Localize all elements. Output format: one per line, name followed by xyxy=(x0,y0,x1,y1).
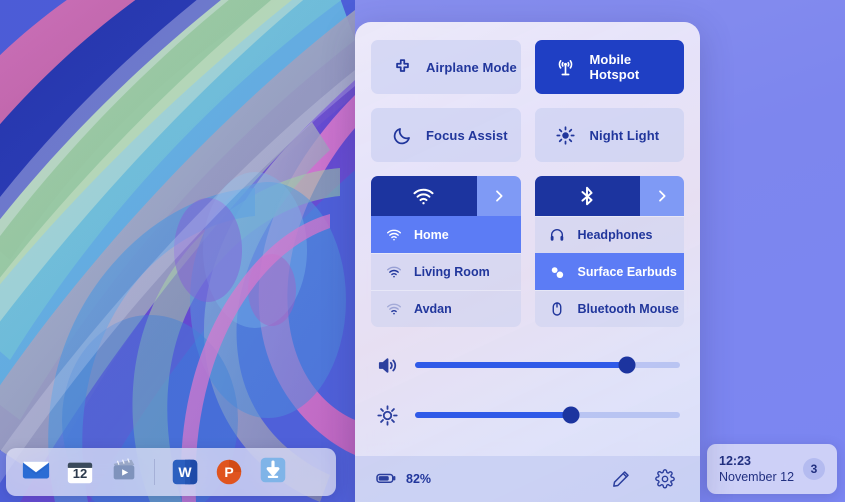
headphones-icon xyxy=(549,227,566,244)
notification-badge[interactable]: 3 xyxy=(803,458,825,480)
brightness-slider[interactable] xyxy=(415,406,680,424)
word-icon: W xyxy=(171,458,199,486)
mobile-hotspot-icon xyxy=(555,56,577,78)
volume-slider[interactable] xyxy=(415,356,680,374)
wallpaper-ribbons xyxy=(0,0,355,502)
brightness-slider-row xyxy=(371,403,684,427)
bluetooth-header[interactable] xyxy=(534,176,684,216)
bluetooth-device-item[interactable]: Headphones xyxy=(534,216,684,253)
night-light-icon xyxy=(555,124,577,146)
quick-settings-body: Airplane Mode Mobile Hotspot Focus Assis… xyxy=(355,22,700,456)
taskbar-item-media-player[interactable] xyxy=(108,456,140,488)
volume-slider-fill xyxy=(415,362,627,368)
wifi-signal-medium-icon xyxy=(385,264,402,281)
bluetooth-device-name: Bluetooth Mouse xyxy=(577,302,679,316)
wifi-network-name: Avdan xyxy=(414,302,452,316)
connections-row: Home Living Room Avdan Headphones Surfac… xyxy=(371,176,684,327)
wifi-signal-low-icon xyxy=(385,301,402,318)
quick-settings-panel: Airplane Mode Mobile Hotspot Focus Assis… xyxy=(355,22,700,502)
chevron-right-icon[interactable] xyxy=(640,176,684,216)
taskbar: 12 W P xyxy=(6,448,336,496)
powerpoint-glyph: P xyxy=(224,463,234,480)
quick-settings-footer: 82% xyxy=(355,456,700,502)
battery-status[interactable]: 82% xyxy=(375,467,431,492)
word-glyph: W xyxy=(178,463,192,480)
calendar-day-number: 12 xyxy=(72,466,88,481)
moon-icon xyxy=(391,124,413,146)
calendar-icon: 12 xyxy=(65,457,95,487)
brightness-slider-fill xyxy=(415,412,572,418)
tile-label: Focus Assist xyxy=(426,127,508,143)
wifi-network-item[interactable]: Avdan xyxy=(371,290,521,327)
taskbar-clock[interactable]: 12:23 November 12 3 xyxy=(707,444,837,494)
media-player-icon xyxy=(109,455,139,490)
tile-mobile-hotspot[interactable]: Mobile Hotspot xyxy=(534,40,684,94)
mouse-icon xyxy=(549,301,566,318)
tile-label: Mobile Hotspot xyxy=(589,52,640,82)
clock-time: 12:23 xyxy=(719,453,751,468)
tile-airplane-mode[interactable]: Airplane Mode xyxy=(371,40,521,94)
wifi-group: Home Living Room Avdan xyxy=(371,176,521,327)
powerpoint-icon: P xyxy=(215,458,243,486)
bluetooth-device-item[interactable]: Bluetooth Mouse xyxy=(534,290,684,327)
quick-toggle-grid: Airplane Mode Mobile Hotspot Focus Assis… xyxy=(371,40,684,162)
download-icon xyxy=(259,456,287,489)
bluetooth-icon[interactable] xyxy=(534,176,640,216)
battery-percentage: 82% xyxy=(406,472,432,486)
wifi-network-item[interactable]: Home xyxy=(371,216,521,253)
volume-slider-thumb[interactable] xyxy=(618,356,636,374)
tile-label: Night Light xyxy=(589,127,660,143)
bluetooth-device-name: Headphones xyxy=(577,228,653,242)
taskbar-item-powerpoint[interactable]: P xyxy=(213,456,245,488)
taskbar-divider xyxy=(154,459,155,485)
bluetooth-device-item[interactable]: Surface Earbuds xyxy=(534,253,684,290)
clock-text: 12:23 November 12 xyxy=(719,453,803,486)
taskbar-item-calendar[interactable]: 12 xyxy=(64,456,96,488)
wifi-network-name: Living Room xyxy=(414,265,490,279)
tile-night-light[interactable]: Night Light xyxy=(534,108,684,162)
clock-date: November 12 xyxy=(719,470,795,484)
wifi-network-item[interactable]: Living Room xyxy=(371,253,521,290)
tile-focus-assist[interactable]: Focus Assist xyxy=(371,108,521,162)
pencil-icon[interactable] xyxy=(606,464,636,494)
mail-icon xyxy=(21,455,51,490)
earbuds-icon xyxy=(549,264,566,281)
brightness-icon xyxy=(375,403,399,427)
taskbar-item-mail[interactable] xyxy=(20,456,52,488)
airplane-icon xyxy=(391,56,413,78)
gear-icon[interactable] xyxy=(650,464,680,494)
wifi-network-name: Home xyxy=(414,228,449,242)
wifi-signal-full-icon xyxy=(385,227,402,244)
ribbon-artwork xyxy=(0,0,355,502)
taskbar-item-downloads[interactable] xyxy=(257,456,289,488)
battery-icon xyxy=(375,467,397,492)
taskbar-item-word[interactable]: W xyxy=(169,456,201,488)
brightness-slider-thumb[interactable] xyxy=(562,406,580,424)
tile-label: Airplane Mode xyxy=(426,59,517,75)
wifi-header[interactable] xyxy=(371,176,521,216)
wifi-icon[interactable] xyxy=(371,176,477,216)
bluetooth-group: Headphones Surface Earbuds Bluetooth Mou… xyxy=(534,176,684,327)
volume-slider-row xyxy=(371,353,684,377)
bluetooth-device-name: Surface Earbuds xyxy=(577,265,677,279)
chevron-right-icon[interactable] xyxy=(476,176,521,216)
speaker-icon xyxy=(375,353,399,377)
